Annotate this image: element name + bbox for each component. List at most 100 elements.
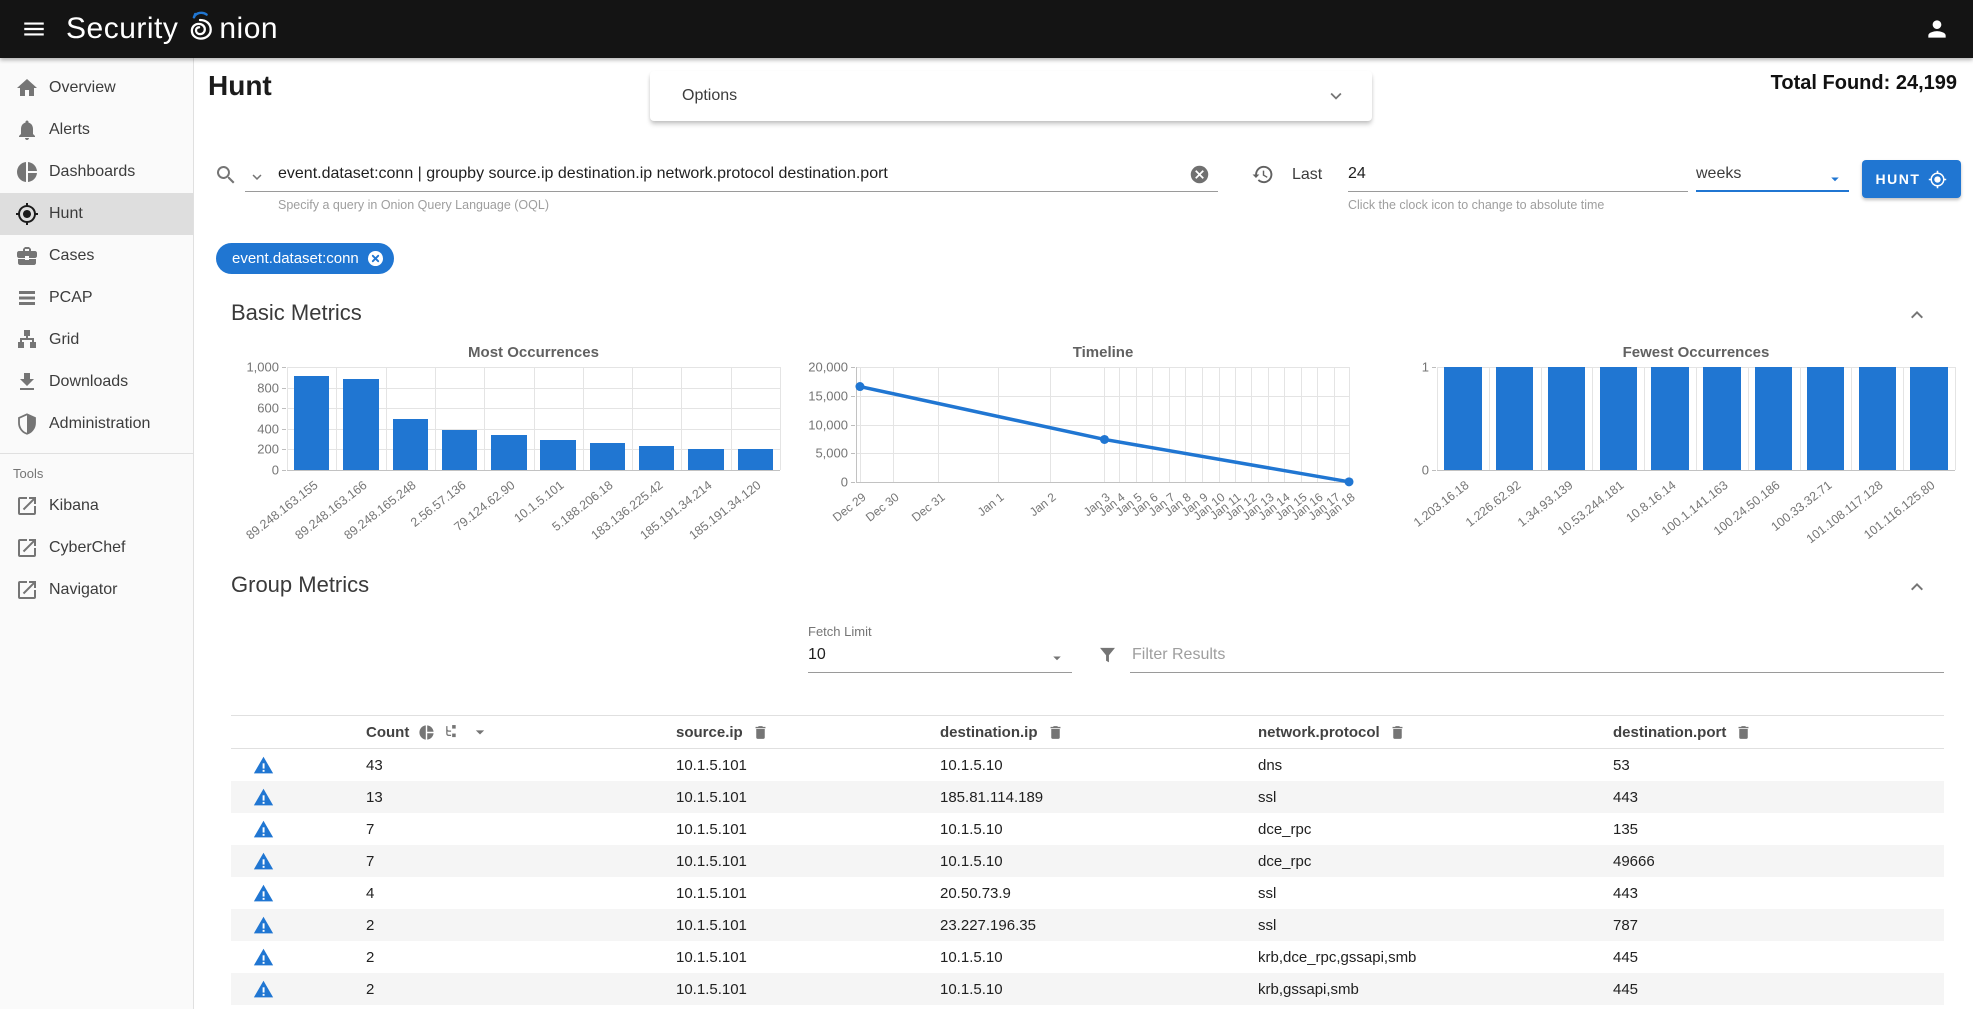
row-event-button[interactable]: [231, 787, 366, 808]
hamburger-menu-button[interactable]: [14, 9, 54, 49]
cell-value[interactable]: 443: [1613, 885, 1944, 902]
cell-value[interactable]: 23.227.196.35: [940, 917, 1258, 934]
cell-value[interactable]: 2: [366, 949, 676, 966]
cell-value[interactable]: 53: [1613, 757, 1944, 774]
bar-100.24.50.186[interactable]: [1755, 367, 1792, 470]
trash-button[interactable]: [1389, 724, 1406, 741]
query-history-chevron-icon[interactable]: [248, 168, 266, 186]
cell-value[interactable]: 185.81.114.189: [940, 789, 1258, 806]
cell-value[interactable]: dns: [1258, 757, 1613, 774]
sankey-button[interactable]: [444, 724, 461, 741]
filter-results-input[interactable]: Filter Results: [1132, 646, 1225, 664]
cell-value[interactable]: 2: [366, 917, 676, 934]
history-clock-icon[interactable]: [1251, 163, 1274, 186]
cell-value[interactable]: 10.1.5.101: [676, 917, 940, 934]
query-input[interactable]: event.dataset:conn | groupby source.ip d…: [278, 165, 1178, 183]
dropdown-button[interactable]: [470, 722, 490, 742]
cell-value[interactable]: ssl: [1258, 885, 1613, 902]
bar-2.56.57.136[interactable]: [442, 430, 477, 470]
sidebar-item-grid[interactable]: Grid: [0, 319, 193, 361]
row-event-button[interactable]: [231, 851, 366, 872]
cell-value[interactable]: dce_rpc: [1258, 821, 1613, 838]
bar-5.188.206.18[interactable]: [590, 443, 625, 470]
bar-185.191.34.214[interactable]: [688, 449, 723, 470]
cell-value[interactable]: 10.1.5.10: [940, 757, 1258, 774]
column-header-destination-port[interactable]: destination.port: [1613, 724, 1944, 741]
cell-value[interactable]: 10.1.5.101: [676, 981, 940, 998]
options-panel[interactable]: Options: [650, 71, 1372, 121]
row-event-button[interactable]: [231, 819, 366, 840]
bar-10.8.16.14[interactable]: [1651, 367, 1688, 470]
sidebar-tool-navigator[interactable]: Navigator: [0, 569, 193, 611]
timeline-line-series[interactable]: [820, 340, 1350, 486]
pie-chart-button[interactable]: [418, 724, 435, 741]
bar-1.34.93.139[interactable]: [1548, 367, 1585, 470]
cell-value[interactable]: dce_rpc: [1258, 853, 1613, 870]
clear-query-icon[interactable]: [1189, 164, 1210, 185]
filter-chip[interactable]: event.dataset:conn: [216, 243, 394, 274]
sidebar-tool-cyberchef[interactable]: CyberChef: [0, 527, 193, 569]
group-metrics-collapse-icon[interactable]: [1905, 575, 1929, 599]
sidebar-item-hunt[interactable]: Hunt: [0, 193, 193, 235]
bar-89.248.165.248[interactable]: [393, 419, 428, 470]
units-dropdown-icon[interactable]: [1826, 170, 1844, 188]
cell-value[interactable]: 10.1.5.101: [676, 789, 940, 806]
cell-value[interactable]: ssl: [1258, 789, 1613, 806]
cell-value[interactable]: krb,gssapi,smb: [1258, 981, 1613, 998]
column-header-source-ip[interactable]: source.ip: [676, 724, 940, 741]
bar-100.33.32.71[interactable]: [1807, 367, 1844, 470]
cell-value[interactable]: 445: [1613, 981, 1944, 998]
sidebar-item-pcap[interactable]: PCAP: [0, 277, 193, 319]
sidebar-item-alerts[interactable]: Alerts: [0, 109, 193, 151]
basic-metrics-collapse-icon[interactable]: [1905, 303, 1929, 327]
trash-button[interactable]: [1735, 724, 1752, 741]
fetch-limit-dropdown-icon[interactable]: [1048, 649, 1066, 667]
bar-89.248.163.155[interactable]: [294, 376, 329, 470]
cell-value[interactable]: 10.1.5.101: [676, 885, 940, 902]
trash-button[interactable]: [752, 724, 769, 741]
sidebar-item-downloads[interactable]: Downloads: [0, 361, 193, 403]
cell-value[interactable]: 4: [366, 885, 676, 902]
column-header-Count[interactable]: Count: [366, 722, 676, 742]
bar-183.136.225.42[interactable]: [639, 446, 674, 470]
bar-89.248.163.166[interactable]: [343, 379, 378, 470]
bar-10.53.244.181[interactable]: [1600, 367, 1637, 470]
cell-value[interactable]: 20.50.73.9: [940, 885, 1258, 902]
cell-value[interactable]: 7: [366, 853, 676, 870]
column-header-destination-ip[interactable]: destination.ip: [940, 724, 1258, 741]
cell-value[interactable]: 10.1.5.101: [676, 853, 940, 870]
row-event-button[interactable]: [231, 915, 366, 936]
cell-value[interactable]: 10.1.5.101: [676, 757, 940, 774]
cell-value[interactable]: 10.1.5.10: [940, 981, 1258, 998]
cell-value[interactable]: krb,dce_rpc,gssapi,smb: [1258, 949, 1613, 966]
bar-10.1.5.101[interactable]: [540, 440, 575, 470]
cell-value[interactable]: 10.1.5.10: [940, 949, 1258, 966]
units-select[interactable]: weeks: [1696, 165, 1741, 183]
cell-value[interactable]: 787: [1613, 917, 1944, 934]
sidebar-item-overview[interactable]: Overview: [0, 67, 193, 109]
fetch-limit-select[interactable]: 10: [808, 646, 826, 664]
cell-value[interactable]: 10.1.5.10: [940, 853, 1258, 870]
trash-button[interactable]: [1047, 724, 1064, 741]
row-event-button[interactable]: [231, 755, 366, 776]
cell-value[interactable]: 443: [1613, 789, 1944, 806]
column-header-network-protocol[interactable]: network.protocol: [1258, 724, 1613, 741]
bar-185.191.34.120[interactable]: [738, 449, 773, 470]
cell-value[interactable]: 10.1.5.101: [676, 949, 940, 966]
duration-input[interactable]: 24: [1348, 165, 1366, 183]
row-event-button[interactable]: [231, 947, 366, 968]
bar-101.116.125.80[interactable]: [1910, 367, 1947, 470]
row-event-button[interactable]: [231, 979, 366, 1000]
sidebar-item-administration[interactable]: Administration: [0, 403, 193, 445]
bar-1.226.62.92[interactable]: [1496, 367, 1533, 470]
cell-value[interactable]: 10.1.5.10: [940, 821, 1258, 838]
bar-1.203.16.18[interactable]: [1444, 367, 1481, 470]
cell-value[interactable]: 10.1.5.101: [676, 821, 940, 838]
cell-value[interactable]: 7: [366, 821, 676, 838]
sidebar-tool-kibana[interactable]: Kibana: [0, 485, 193, 527]
cell-value[interactable]: 2: [366, 981, 676, 998]
cell-value[interactable]: 49666: [1613, 853, 1944, 870]
user-menu-button[interactable]: [1917, 9, 1957, 49]
sidebar-item-dashboards[interactable]: Dashboards: [0, 151, 193, 193]
bar-79.124.62.90[interactable]: [491, 435, 526, 470]
